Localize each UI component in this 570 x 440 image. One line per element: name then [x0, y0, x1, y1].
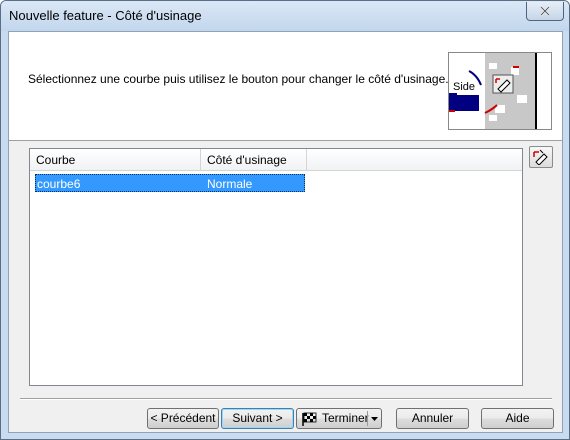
dialog-client-area: Sélectionnez une courbe puis utilisez le… — [8, 31, 563, 433]
cell-cote: Normale — [207, 177, 253, 191]
split-divider — [367, 411, 368, 426]
header-panel: Sélectionnez une courbe puis utilisez le… — [9, 32, 562, 141]
cancel-button[interactable]: Annuler — [396, 408, 469, 429]
checkered-flag-icon — [302, 412, 317, 426]
curve-list[interactable]: Courbe Côté d'usinage courbe6 Normale — [29, 148, 523, 386]
title-bar: Nouvelle feature - Côté d'usinage — [1, 1, 569, 31]
dialog-window: Nouvelle feature - Côté d'usinage Sélect… — [0, 0, 570, 440]
finish-label: Terminer — [322, 411, 369, 425]
column-header-filler — [307, 149, 522, 171]
finish-button[interactable]: Terminer — [296, 408, 382, 429]
close-button[interactable] — [526, 2, 564, 21]
change-side-icon — [533, 149, 548, 165]
footer-separator — [20, 398, 552, 400]
instruction-text: Sélectionnez une courbe puis utilisez le… — [28, 72, 449, 86]
machining-side-thumbnail: Side — [448, 52, 552, 130]
close-icon — [540, 6, 550, 16]
thumbnail-side-label: Side — [453, 81, 475, 93]
cell-courbe: courbe6 — [37, 177, 81, 191]
next-button[interactable]: Suivant > — [221, 408, 294, 429]
column-header-cote-usinage[interactable]: Côté d'usinage — [201, 149, 307, 171]
table-row[interactable]: courbe6 Normale — [35, 174, 305, 192]
chevron-down-icon[interactable] — [371, 417, 378, 421]
window-title: Nouvelle feature - Côté d'usinage — [9, 8, 202, 23]
change-side-button[interactable] — [529, 146, 553, 168]
help-button[interactable]: Aide — [481, 408, 554, 429]
previous-button[interactable]: < Précédent — [147, 408, 219, 429]
column-header-courbe[interactable]: Courbe — [30, 149, 201, 171]
